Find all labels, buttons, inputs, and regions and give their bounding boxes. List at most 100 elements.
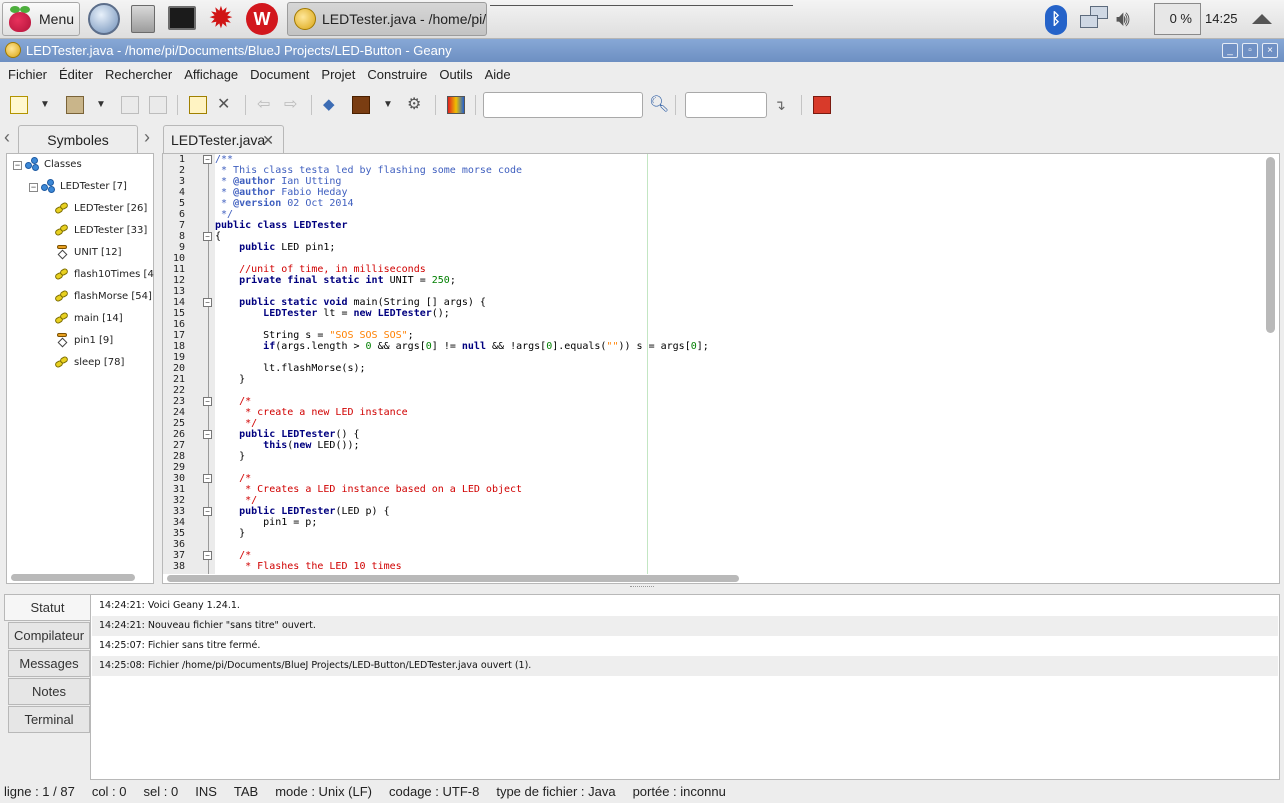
back-icon[interactable]: ⇦ xyxy=(257,96,275,114)
tree-expander-icon[interactable]: − xyxy=(13,161,22,170)
eject-icon[interactable] xyxy=(1252,14,1272,24)
code-line[interactable]: * create a new LED instance xyxy=(215,407,1265,418)
tab-statut[interactable]: Statut xyxy=(4,594,90,621)
code-line[interactable]: */ xyxy=(215,209,1265,220)
menu-projet[interactable]: Projet xyxy=(315,62,361,87)
taskbar-task-geany[interactable]: LEDTester.java - /home/pi/... xyxy=(287,2,487,36)
close-tab-icon[interactable]: ✕ xyxy=(262,126,274,154)
search-icon[interactable]: 🔍︎ xyxy=(649,96,669,114)
code-line[interactable]: pin1 = p; xyxy=(215,517,1265,528)
code-line[interactable]: * @version 02 Oct 2014 xyxy=(215,198,1265,209)
code-line[interactable]: public static void main(String [] args) … xyxy=(215,297,1265,308)
code-line[interactable]: private final static int UNIT = 250; xyxy=(215,275,1265,286)
minimize-button[interactable]: _ xyxy=(1222,43,1238,58)
code-line[interactable]: /* xyxy=(215,473,1265,484)
code-line[interactable]: * @author Fabio Heday xyxy=(215,187,1265,198)
code-line[interactable]: */ xyxy=(215,495,1265,506)
code-line[interactable] xyxy=(215,385,1265,396)
code-line[interactable] xyxy=(215,319,1265,330)
color-chooser-icon[interactable] xyxy=(447,96,465,114)
maximize-button[interactable]: ▫ xyxy=(1242,43,1258,58)
code-line[interactable]: */ xyxy=(215,418,1265,429)
mathematica-icon[interactable]: ✹ xyxy=(205,3,237,35)
fold-toggle-icon[interactable]: − xyxy=(203,474,212,483)
symbol-tree-item[interactable]: Classes xyxy=(25,155,82,175)
web-browser-icon[interactable] xyxy=(88,3,120,35)
volume-icon[interactable]: 🔊︎ xyxy=(1116,6,1146,32)
code-line[interactable]: /* xyxy=(215,396,1265,407)
symbol-tree-item[interactable]: main [14] xyxy=(55,309,123,329)
close-file-icon[interactable]: ✕ xyxy=(217,96,235,114)
code-line[interactable]: public LEDTester() { xyxy=(215,429,1265,440)
code-line[interactable]: lt.flashMorse(s); xyxy=(215,363,1265,374)
forward-icon[interactable]: ⇨ xyxy=(284,96,302,114)
fold-toggle-icon[interactable]: − xyxy=(203,298,212,307)
code-line[interactable] xyxy=(215,352,1265,363)
close-window-button[interactable]: × xyxy=(1262,43,1278,58)
tab-terminal[interactable]: Terminal xyxy=(8,706,90,733)
sidebar-next-tab-icon[interactable]: › xyxy=(144,127,150,148)
symbol-tree-item[interactable]: LEDTester [7] xyxy=(41,177,127,197)
menu-rechercher[interactable]: Rechercher xyxy=(99,62,178,87)
code-line[interactable]: /* xyxy=(215,550,1265,561)
code-line[interactable] xyxy=(215,462,1265,473)
menu-outils[interactable]: Outils xyxy=(433,62,478,87)
editor-horizontal-scrollbar[interactable] xyxy=(167,575,739,582)
code-line[interactable]: public class LEDTester xyxy=(215,220,1265,231)
jump-to-line-icon[interactable]: ↴ xyxy=(774,96,792,114)
tab-notes[interactable]: Notes xyxy=(8,678,90,705)
goto-line-input[interactable] xyxy=(685,92,767,118)
menu-aide[interactable]: Aide xyxy=(479,62,517,87)
build-dropdown-icon[interactable]: ▼ xyxy=(383,100,393,118)
symbol-tree-item[interactable]: flashMorse [54] xyxy=(55,287,152,307)
reload-icon[interactable] xyxy=(189,96,207,114)
fold-toggle-icon[interactable]: − xyxy=(203,507,212,516)
code-line[interactable]: * This class testa led by flashing some … xyxy=(215,165,1265,176)
code-line[interactable]: if(args.length > 0 && args[0] != null &&… xyxy=(215,341,1265,352)
execute-icon[interactable]: ⚙ xyxy=(407,96,425,114)
quit-icon[interactable] xyxy=(813,96,831,114)
tab-messages[interactable]: Messages xyxy=(8,650,90,677)
symbol-tree-item[interactable]: UNIT [12] xyxy=(55,243,122,263)
code-line[interactable]: this(new LED()); xyxy=(215,440,1265,451)
file-manager-icon[interactable] xyxy=(131,5,155,33)
sidebar-horizontal-scrollbar[interactable] xyxy=(11,574,135,581)
search-input[interactable] xyxy=(483,92,643,118)
code-line[interactable]: * Creates a LED instance based on a LED … xyxy=(215,484,1265,495)
menu-fichier[interactable]: Fichier xyxy=(2,62,53,87)
code-line[interactable]: String s = "SOS SOS SOS"; xyxy=(215,330,1265,341)
open-file-icon[interactable] xyxy=(66,96,84,114)
sidebar-prev-tab-icon[interactable]: ‹ xyxy=(4,127,10,148)
new-file-icon[interactable] xyxy=(10,96,28,114)
symbol-tree-item[interactable]: LEDTester [26] xyxy=(55,199,147,219)
bluetooth-icon[interactable]: ᛒ xyxy=(1045,5,1067,35)
new-file-dropdown-icon[interactable]: ▼ xyxy=(40,100,50,118)
pane-splitter-handle[interactable] xyxy=(630,586,654,590)
terminal-icon[interactable] xyxy=(168,6,196,30)
tab-symbols[interactable]: Symboles xyxy=(18,125,138,153)
cpu-usage-monitor[interactable]: 0 % xyxy=(1154,3,1201,35)
code-line[interactable]: * Flashes the LED 10 times xyxy=(215,561,1265,572)
symbol-tree-item[interactable]: pin1 [9] xyxy=(55,331,113,351)
save-icon[interactable] xyxy=(121,96,139,114)
code-line[interactable]: { xyxy=(215,231,1265,242)
fold-toggle-icon[interactable]: − xyxy=(203,397,212,406)
editor-vertical-scrollbar[interactable] xyxy=(1266,157,1275,333)
code-line[interactable]: * @author Ian Utting xyxy=(215,176,1265,187)
menu-document[interactable]: Document xyxy=(244,62,315,87)
code-line[interactable] xyxy=(215,253,1265,264)
menu-editer[interactable]: Éditer xyxy=(53,62,99,87)
code-line[interactable]: } xyxy=(215,374,1265,385)
code-line[interactable]: public LEDTester(LED p) { xyxy=(215,506,1265,517)
tree-expander-icon[interactable]: − xyxy=(29,183,38,192)
code-line[interactable]: //unit of time, in milliseconds xyxy=(215,264,1265,275)
code-line[interactable]: /** xyxy=(215,154,1265,165)
menu-construire[interactable]: Construire xyxy=(361,62,433,87)
save-all-icon[interactable] xyxy=(149,96,167,114)
window-titlebar[interactable]: LEDTester.java - /home/pi/Documents/Blue… xyxy=(0,39,1284,62)
build-icon[interactable] xyxy=(352,96,370,114)
code-text[interactable]: /** * This class testa led by flashing s… xyxy=(215,154,1265,572)
network-icon[interactable] xyxy=(1078,6,1110,32)
code-line[interactable]: LEDTester lt = new LEDTester(); xyxy=(215,308,1265,319)
code-line[interactable]: } xyxy=(215,451,1265,462)
